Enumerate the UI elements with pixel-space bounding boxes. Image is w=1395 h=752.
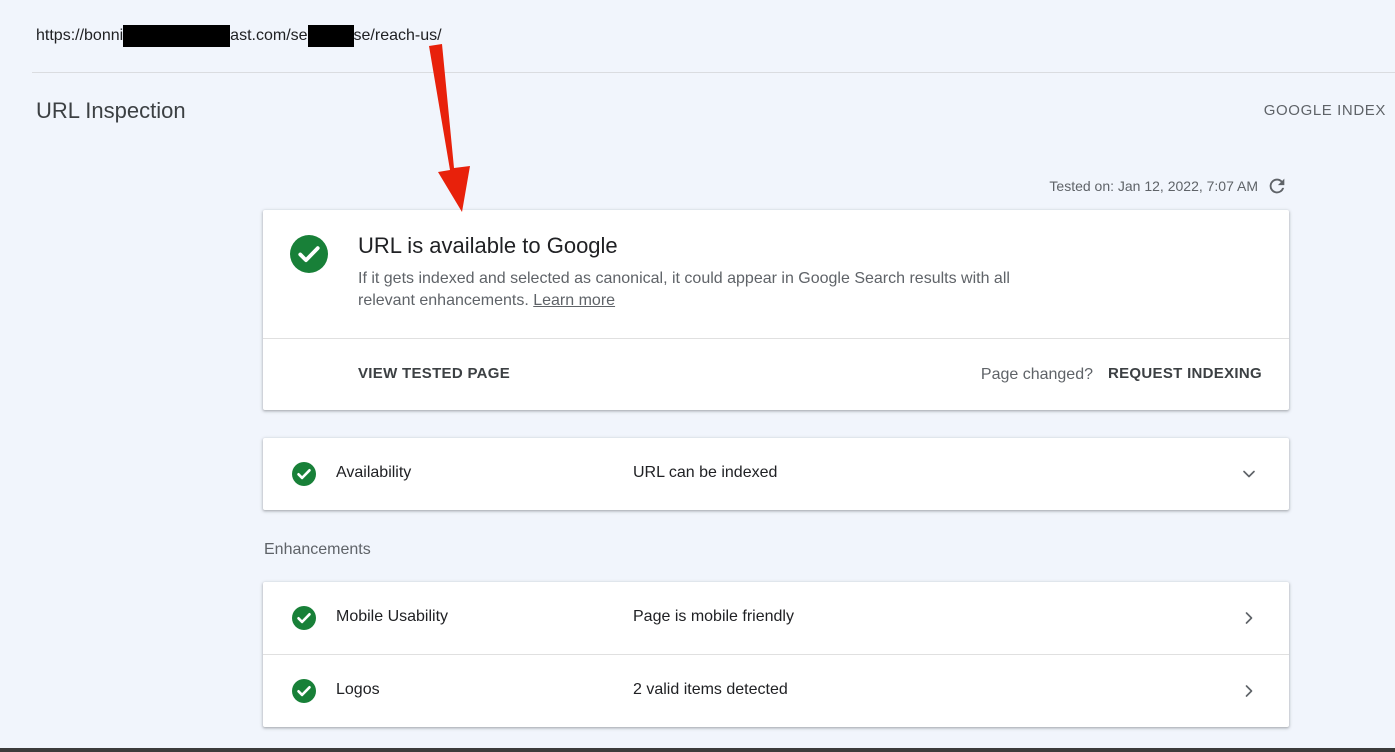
enhancement-value: 2 valid items detected (633, 681, 788, 698)
check-circle-icon (292, 606, 316, 630)
enhancement-label: Logos (336, 681, 380, 698)
card-divider (263, 338, 1289, 339)
annotation-arrow-icon (429, 44, 470, 212)
learn-more-link[interactable]: Learn more (533, 292, 615, 309)
enhancement-row-logos[interactable]: Logos 2 valid items detected (263, 655, 1289, 727)
check-circle-icon (290, 235, 328, 273)
page-changed-label: Page changed? (980, 366, 1093, 383)
enhancements-card: Mobile Usability Page is mobile friendly… (263, 582, 1289, 727)
status-description-text: If it gets indexed and selected as canon… (358, 270, 1010, 309)
availability-card: Availability URL can be indexed (263, 438, 1289, 510)
google-index-tab[interactable]: GOOGLE INDEX (1264, 102, 1386, 119)
tested-on-row: Tested on: Jan 12, 2022, 7:07 AM (1049, 175, 1288, 197)
request-indexing-button[interactable]: REQUEST INDEXING (1108, 365, 1262, 382)
url-text-part-1: https://bonni (36, 27, 124, 44)
enhancement-label: Mobile Usability (336, 608, 449, 625)
status-title: URL is available to Google (358, 233, 618, 258)
tested-on-text: Tested on: Jan 12, 2022, 7:07 AM (1049, 178, 1258, 194)
status-card-body: URL is available to Google If it gets in… (263, 210, 1289, 338)
status-description: If it gets indexed and selected as canon… (358, 268, 1018, 312)
bottom-edge-bar (0, 748, 1395, 752)
header-divider (32, 72, 1395, 73)
availability-row[interactable]: Availability URL can be indexed (263, 438, 1289, 510)
availability-label: Availability (336, 464, 412, 481)
status-card: URL is available to Google If it gets in… (263, 210, 1289, 410)
enhancement-value: Page is mobile friendly (633, 608, 794, 625)
url-text-part-3: se/reach-us/ (353, 27, 442, 44)
inspected-url: https://bonni ast.com/se se/reach-us/ (36, 25, 442, 47)
chevron-right-icon[interactable] (1239, 608, 1259, 628)
check-circle-icon (292, 679, 316, 703)
url-text-part-2: ast.com/se (230, 27, 308, 44)
enhancement-row-mobile-usability[interactable]: Mobile Usability Page is mobile friendly (263, 582, 1289, 654)
check-circle-icon (292, 462, 316, 486)
enhancements-heading: Enhancements (264, 541, 371, 558)
refresh-icon[interactable] (1266, 175, 1288, 197)
availability-value: URL can be indexed (633, 464, 778, 481)
redaction-block (307, 25, 354, 47)
view-tested-page-button[interactable]: VIEW TESTED PAGE (358, 365, 510, 382)
chevron-down-icon[interactable] (1239, 464, 1259, 484)
redaction-block (123, 25, 231, 47)
page-title: URL Inspection (36, 98, 186, 123)
chevron-right-icon[interactable] (1239, 681, 1259, 701)
